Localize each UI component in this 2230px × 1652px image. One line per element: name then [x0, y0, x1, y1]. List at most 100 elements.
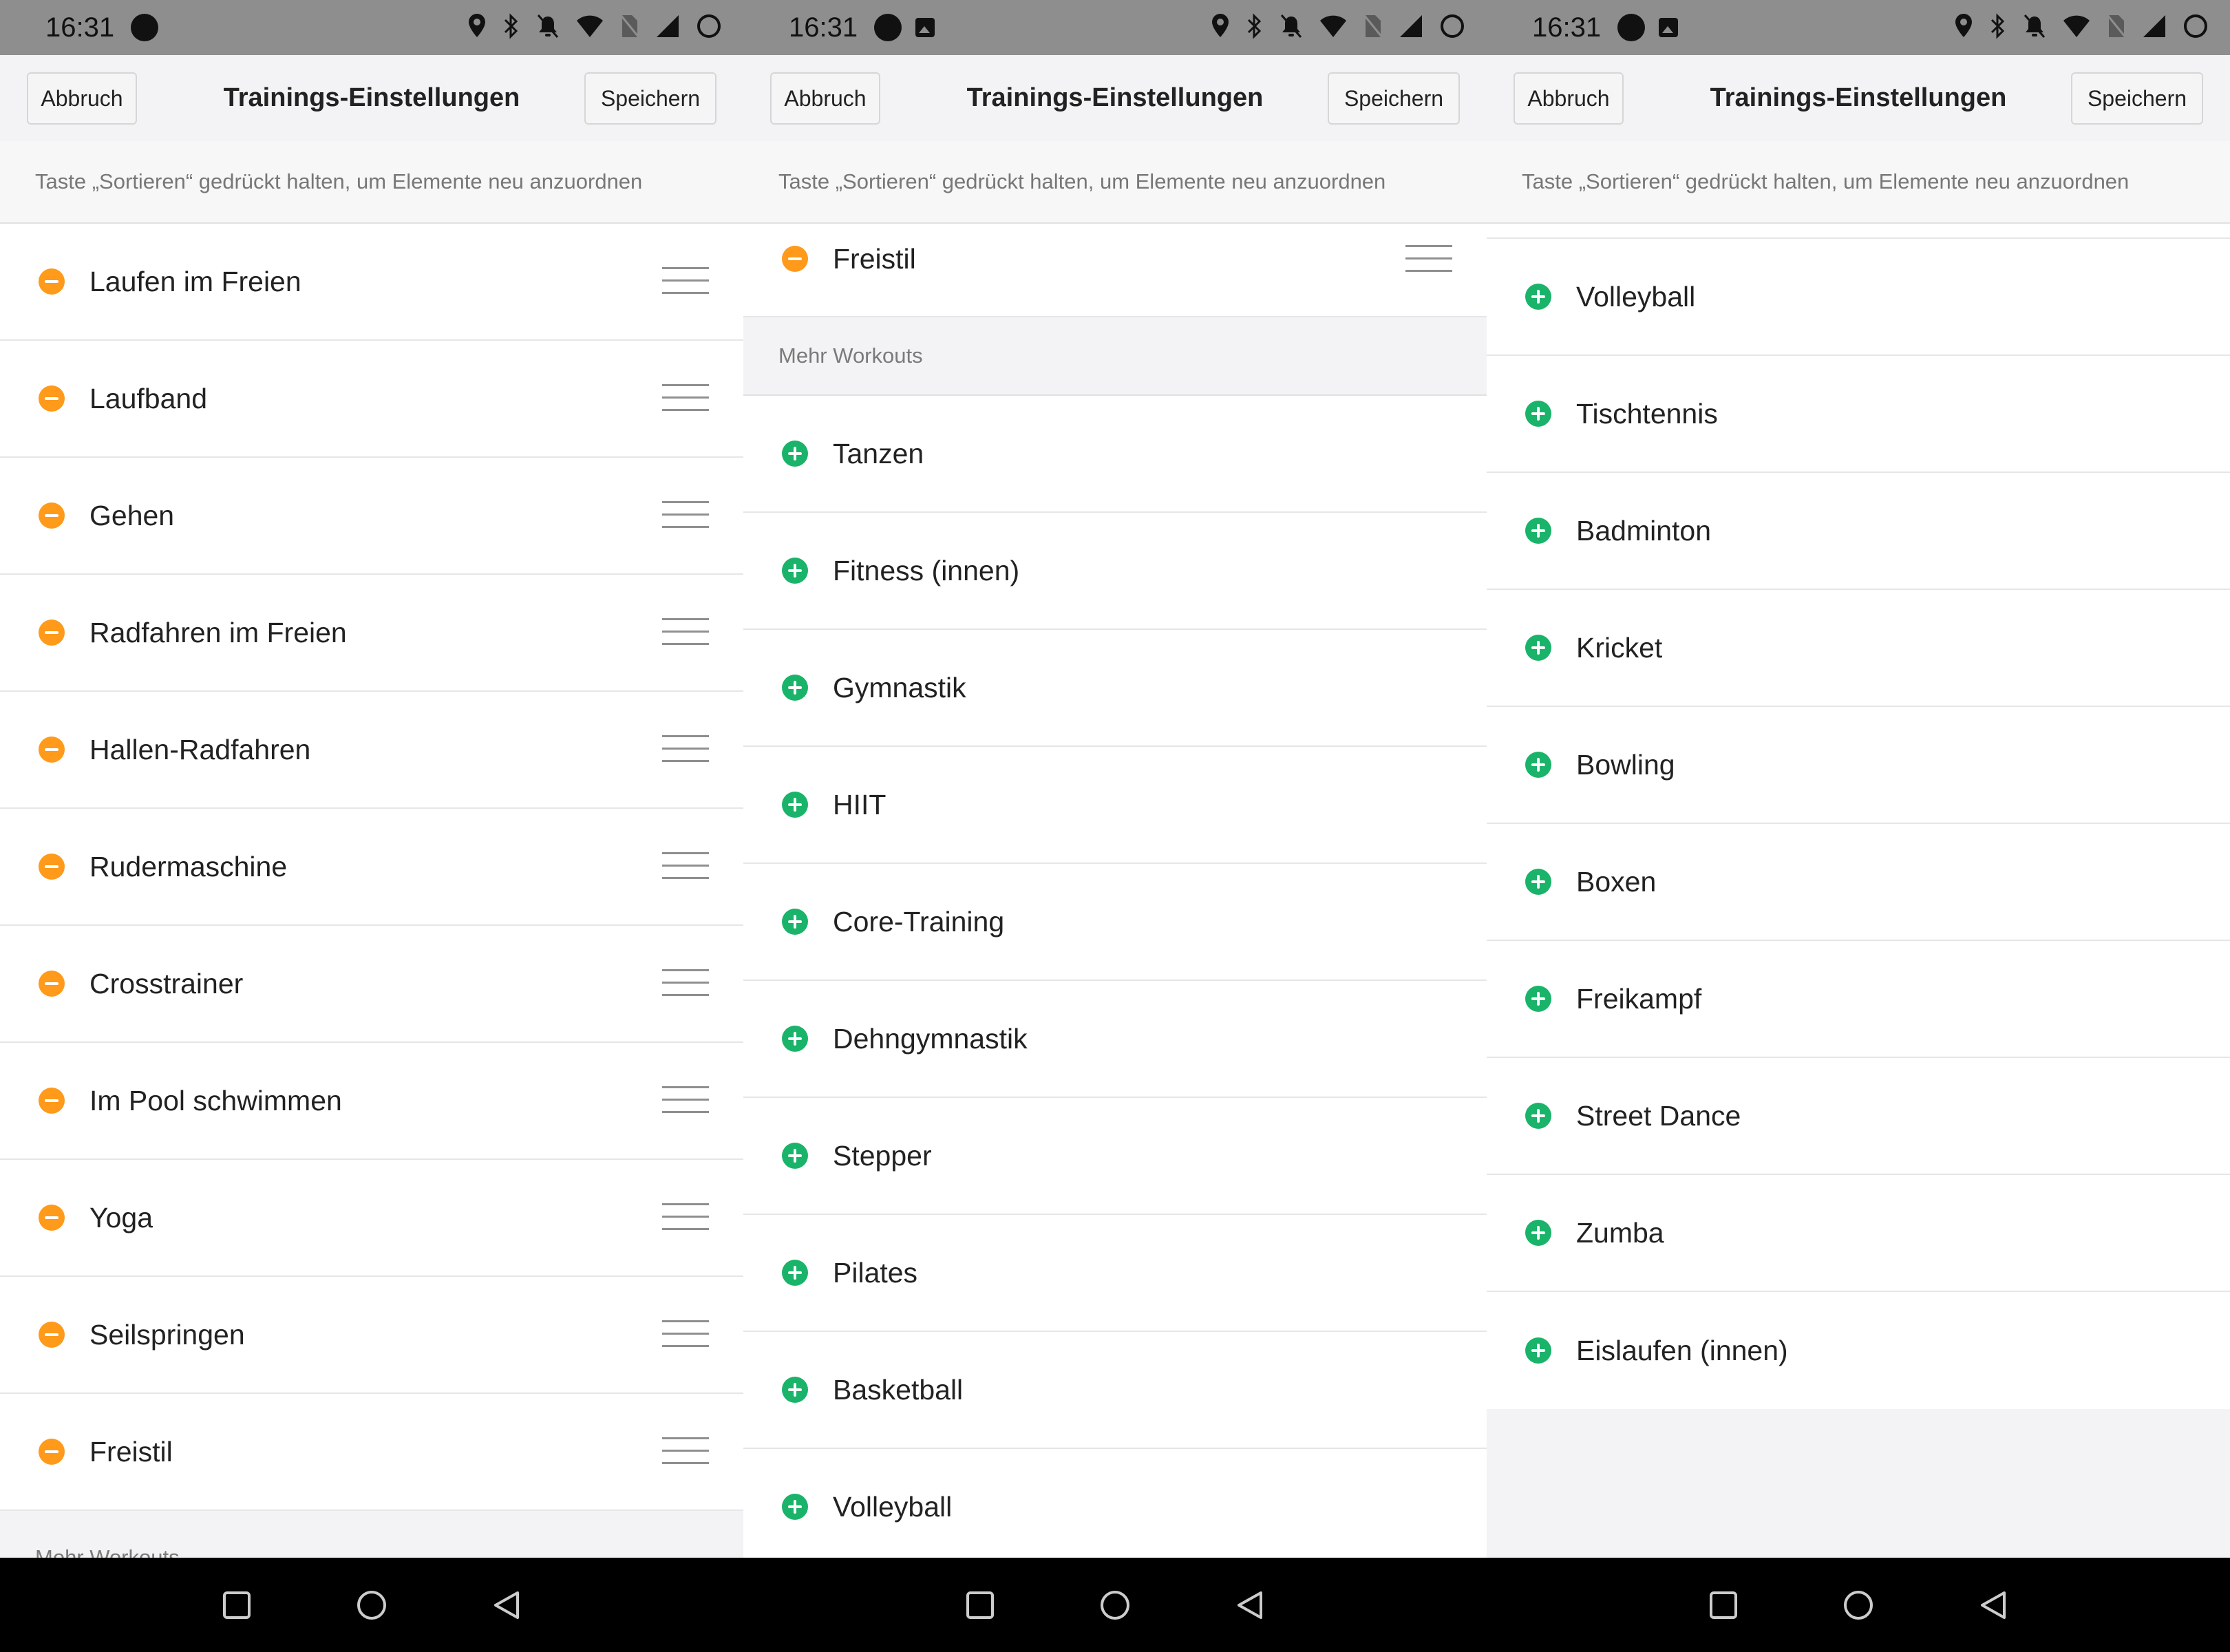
cancel-button[interactable]: Abbruch	[27, 72, 137, 125]
plus-circle-icon[interactable]	[782, 1026, 808, 1052]
list-item-available[interactable]: Volleyball	[1487, 239, 2230, 356]
save-button[interactable]: Speichern	[2071, 72, 2203, 125]
home-icon[interactable]	[1842, 1589, 1875, 1622]
plus-circle-icon[interactable]	[1525, 284, 1551, 310]
plus-circle-icon[interactable]	[782, 441, 808, 467]
minus-circle-icon[interactable]	[39, 737, 65, 763]
list-item-selected[interactable]: Radfahren im Freien	[0, 575, 743, 692]
plus-circle-icon[interactable]	[782, 1377, 808, 1403]
drag-handle-icon[interactable]	[662, 1086, 709, 1116]
plus-circle-icon[interactable]	[782, 1260, 808, 1286]
plus-circle-icon[interactable]	[1525, 1220, 1551, 1246]
list-item-available[interactable]: Tanzen	[743, 396, 1487, 513]
cancel-button[interactable]: Abbruch	[770, 72, 880, 125]
back-icon[interactable]	[1235, 1589, 1265, 1622]
list-item-selected[interactable]: Gehen	[0, 458, 743, 575]
list-item-selected[interactable]: Yoga	[0, 1160, 743, 1277]
signal-icon	[1400, 15, 1422, 37]
save-button[interactable]: Speichern	[584, 72, 716, 125]
list-item-available[interactable]: Kricket	[1487, 590, 2230, 707]
list-item-available[interactable]: Stepper	[743, 1098, 1487, 1215]
back-icon[interactable]	[491, 1589, 522, 1622]
minus-circle-icon[interactable]	[39, 385, 65, 412]
list-item-selected[interactable]: Laufband	[0, 341, 743, 458]
home-icon[interactable]	[1098, 1589, 1132, 1622]
drag-handle-icon[interactable]	[662, 267, 709, 297]
drag-handle-icon[interactable]	[662, 1320, 709, 1351]
list-item-selected[interactable]: Rudermaschine	[0, 809, 743, 926]
minus-circle-icon[interactable]	[39, 502, 65, 529]
notification-dot-icon	[131, 14, 159, 41]
list-item-available[interactable]: Freikampf	[1487, 941, 2230, 1058]
plus-circle-icon[interactable]	[1525, 869, 1551, 895]
plus-circle-icon[interactable]	[782, 675, 808, 701]
workout-list[interactable]: Freistil Mehr Workouts Tanzen Fitness (i…	[743, 224, 1487, 1558]
plus-circle-icon[interactable]	[782, 558, 808, 584]
list-item-selected[interactable]: Freistil	[0, 1394, 743, 1511]
cancel-button[interactable]: Abbruch	[1514, 72, 1624, 125]
plus-circle-icon[interactable]	[1525, 752, 1551, 778]
workout-list[interactable]: Volleyball Tischtennis Badminton Kricket…	[1487, 224, 2230, 1558]
recents-icon[interactable]	[222, 1590, 252, 1620]
drag-handle-icon[interactable]	[662, 501, 709, 531]
list-item-selected[interactable]: Seilspringen	[0, 1277, 743, 1394]
item-label: Stepper	[833, 1139, 932, 1172]
drag-handle-icon[interactable]	[662, 618, 709, 648]
list-item-available[interactable]: Fitness (innen)	[743, 513, 1487, 630]
drag-handle-icon[interactable]	[662, 1437, 709, 1468]
home-icon[interactable]	[355, 1589, 388, 1622]
plus-circle-icon[interactable]	[782, 1494, 808, 1520]
list-item-selected[interactable]: Crosstrainer	[0, 926, 743, 1043]
minus-circle-icon[interactable]	[782, 246, 808, 272]
plus-circle-icon[interactable]	[782, 909, 808, 935]
drag-handle-icon[interactable]	[662, 384, 709, 414]
list-item-available[interactable]: Basketball	[743, 1332, 1487, 1449]
recents-icon[interactable]	[965, 1590, 995, 1620]
list-item-available[interactable]: HIIT	[743, 747, 1487, 864]
minus-circle-icon[interactable]	[39, 268, 65, 295]
list-item-selected[interactable]: Laufen im Freien	[0, 224, 743, 341]
drag-handle-icon[interactable]	[1405, 245, 1452, 275]
back-icon[interactable]	[1978, 1589, 2008, 1622]
minus-circle-icon[interactable]	[39, 620, 65, 646]
list-item-available[interactable]: Bowling	[1487, 707, 2230, 824]
list-item-available[interactable]: Tischtennis	[1487, 356, 2230, 473]
plus-circle-icon[interactable]	[782, 1143, 808, 1169]
list-item-available[interactable]: Pilates	[743, 1215, 1487, 1332]
plus-circle-icon[interactable]	[1525, 518, 1551, 544]
list-item-selected[interactable]: Freistil	[743, 224, 1487, 317]
list-item-available[interactable]: Core-Training	[743, 864, 1487, 981]
drag-handle-icon[interactable]	[662, 1203, 709, 1233]
save-button[interactable]: Speichern	[1328, 72, 1460, 125]
minus-circle-icon[interactable]	[39, 1322, 65, 1348]
list-item-available[interactable]: Dehngymnastik	[743, 981, 1487, 1098]
plus-circle-icon[interactable]	[1525, 986, 1551, 1012]
minus-circle-icon[interactable]	[39, 1439, 65, 1465]
list-item-available[interactable]: Boxen	[1487, 824, 2230, 941]
item-label: Laufen im Freien	[89, 265, 301, 297]
plus-circle-icon[interactable]	[1525, 1337, 1551, 1364]
plus-circle-icon[interactable]	[782, 792, 808, 818]
list-item-available[interactable]: Badminton	[1487, 473, 2230, 590]
section-header-more-workouts: Mehr Workouts	[0, 1511, 743, 1558]
plus-circle-icon[interactable]	[1525, 635, 1551, 661]
minus-circle-icon[interactable]	[39, 1205, 65, 1231]
list-item-available[interactable]: Zumba	[1487, 1175, 2230, 1292]
list-item-available[interactable]: Gymnastik	[743, 630, 1487, 747]
workout-list[interactable]: Laufen im Freien Laufband Gehen Radfahre…	[0, 224, 743, 1558]
list-item-available[interactable]: Street Dance	[1487, 1058, 2230, 1175]
recents-icon[interactable]	[1708, 1590, 1739, 1620]
plus-circle-icon[interactable]	[1525, 1103, 1551, 1129]
app-bar: Trainings-Einstellungen Abbruch Speicher…	[1487, 55, 2230, 141]
drag-handle-icon[interactable]	[662, 969, 709, 999]
list-item-available[interactable]: Volleyball	[743, 1449, 1487, 1558]
list-item-selected[interactable]: Im Pool schwimmen	[0, 1043, 743, 1160]
minus-circle-icon[interactable]	[39, 971, 65, 997]
minus-circle-icon[interactable]	[39, 1088, 65, 1114]
minus-circle-icon[interactable]	[39, 854, 65, 880]
list-item-available[interactable]: Eislaufen (innen)	[1487, 1292, 2230, 1409]
list-item-selected[interactable]: Hallen-Radfahren	[0, 692, 743, 809]
plus-circle-icon[interactable]	[1525, 401, 1551, 427]
drag-handle-icon[interactable]	[662, 735, 709, 765]
drag-handle-icon[interactable]	[662, 852, 709, 882]
